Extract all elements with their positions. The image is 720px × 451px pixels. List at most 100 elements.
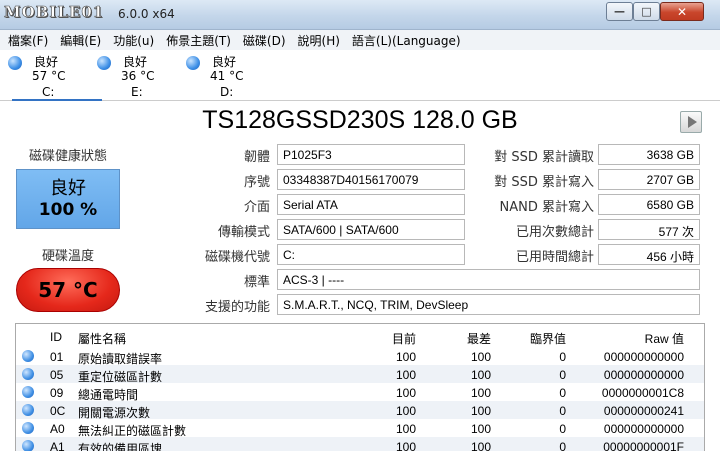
row-raw: 000000000000 [603, 368, 684, 382]
menu-disk[interactable]: 磁碟(D) [243, 32, 286, 49]
row-raw: 000000000241 [603, 404, 684, 418]
status-dot-icon [22, 404, 34, 416]
menu-function[interactable]: 功能(u) [113, 32, 154, 49]
row-threshold: 0 [559, 368, 566, 382]
nand-writes-label: NAND 累計寫入 [499, 200, 595, 215]
smart-attribute-table[interactable]: ID 屬性名稱 目前 最差 臨界值 Raw 值 01 原始讀取錯誤率 100 1… [15, 323, 705, 451]
nand-writes-field: 6580 GB [598, 194, 700, 215]
window-title: 6.0.0 x64 [118, 7, 175, 21]
row-current: 100 [395, 350, 416, 364]
row-raw: 000000000000 [603, 422, 684, 436]
health-status-icon [8, 56, 22, 70]
status-dot-icon [22, 368, 34, 380]
row-raw: 000000000000 [603, 350, 684, 364]
status-dot-icon [22, 440, 34, 451]
row-raw: 0000000001C8 [601, 386, 684, 400]
disk-status: 良好 [34, 55, 59, 69]
row-current: 100 [395, 422, 416, 436]
drive-title: TS128GSSD230S 128.0 GB [202, 106, 518, 134]
disk-temperature: 36 °C [121, 69, 155, 83]
table-row[interactable]: A0 無法糾正的磁區計數 100 100 0 000000000000 [16, 419, 704, 438]
row-threshold: 0 [559, 386, 566, 400]
interface-field: Serial ATA [277, 194, 465, 215]
menu-file[interactable]: 檔案(F) [8, 32, 48, 49]
disk-letter: E: [131, 85, 143, 99]
selected-tab-indicator [12, 99, 102, 101]
power-on-count-field: 577 次 [598, 219, 700, 240]
disk-letter: C: [42, 85, 55, 99]
title-bar: MOBILE01 6.0.0 x64 — □ ✕ [0, 0, 720, 30]
row-raw: 00000000001F [603, 440, 684, 451]
drive-letter-label: 磁碟機代號 [204, 250, 270, 265]
column-header-id[interactable]: ID [50, 330, 62, 344]
column-header-name[interactable]: 屬性名稱 [78, 330, 126, 347]
table-row[interactable]: 09 總通電時間 100 100 0 0000000001C8 [16, 383, 704, 402]
host-writes-field: 2707 GB [598, 169, 700, 190]
host-writes-label: 對 SSD 累計寫入 [494, 175, 594, 190]
power-on-hours-label: 已用時間總計 [515, 250, 594, 265]
menu-help[interactable]: 說明(H) [298, 32, 340, 49]
column-header-threshold[interactable]: 臨界值 [506, 330, 566, 347]
menu-bar: 檔案(F) 編輯(E) 功能(u) 佈景主題(T) 磁碟(D) 說明(H) 語言… [0, 30, 720, 50]
row-worst: 100 [470, 368, 491, 382]
disk-tab-e[interactable]: 良好 36 °C E: [95, 52, 181, 99]
interface-label: 介面 [243, 200, 270, 215]
serial-label: 序號 [243, 175, 270, 190]
column-header-worst[interactable]: 最差 [436, 330, 491, 347]
watermark-logo: MOBILE01 [4, 3, 105, 22]
row-threshold: 0 [559, 422, 566, 436]
table-row[interactable]: 01 原始讀取錯誤率 100 100 0 000000000000 [16, 347, 704, 366]
temperature-badge[interactable]: 57 °C [16, 268, 120, 312]
column-header-raw[interactable]: Raw 值 [586, 330, 684, 347]
power-on-hours-field: 456 小時 [598, 244, 700, 265]
close-button[interactable]: ✕ [660, 2, 704, 21]
disk-tabs: 良好 57 °C C: 良好 36 °C E: 良好 41 °C D: [0, 50, 720, 101]
host-reads-label: 對 SSD 累計讀取 [494, 150, 594, 165]
health-status-box[interactable]: 良好 100 % [16, 169, 120, 229]
row-threshold: 0 [559, 404, 566, 418]
firmware-field: P1025F3 [277, 144, 465, 165]
serial-field: 03348387D40156170079 [277, 169, 465, 190]
row-current: 100 [395, 404, 416, 418]
health-status-icon [186, 56, 200, 70]
firmware-label: 韌體 [243, 150, 270, 165]
drive-letter-field: C: [277, 244, 465, 265]
menu-theme[interactable]: 佈景主題(T) [166, 32, 231, 49]
standard-field: ACS-3 | ---- [277, 269, 700, 290]
table-row[interactable]: 0C 開關電源次數 100 100 0 000000000241 [16, 401, 704, 420]
table-header: ID 屬性名稱 目前 最差 臨界值 Raw 值 [16, 327, 704, 347]
disk-tab-d[interactable]: 良好 41 °C D: [184, 52, 270, 99]
health-percent: 100 % [38, 200, 98, 220]
minimize-button[interactable]: — [606, 2, 633, 21]
status-dot-icon [22, 386, 34, 398]
health-status-icon [97, 56, 111, 70]
health-label: 磁碟健康狀態 [28, 149, 107, 164]
row-id: 0C [50, 404, 66, 418]
power-on-count-label: 已用次數總計 [515, 225, 594, 240]
maximize-icon: □ [641, 5, 652, 18]
disk-temperature: 57 °C [32, 69, 66, 83]
disk-temperature: 41 °C [210, 69, 244, 83]
status-dot-icon [22, 350, 34, 362]
minimize-icon: — [614, 5, 625, 18]
row-id: 09 [50, 386, 64, 400]
host-reads-field: 3638 GB [598, 144, 700, 165]
features-field: S.M.A.R.T., NCQ, TRIM, DevSleep [277, 294, 700, 315]
row-threshold: 0 [559, 440, 566, 451]
row-worst: 100 [470, 422, 491, 436]
table-row[interactable]: 05 重定位磁區計數 100 100 0 000000000000 [16, 365, 704, 384]
menu-language[interactable]: 語言(L)(Language) [352, 32, 461, 49]
row-worst: 100 [470, 386, 491, 400]
disk-tab-c[interactable]: 良好 57 °C C: [6, 52, 102, 101]
transfer-mode-label: 傳輸模式 [217, 225, 270, 240]
next-disk-button[interactable] [680, 111, 702, 133]
row-threshold: 0 [559, 350, 566, 364]
status-dot-icon [22, 422, 34, 434]
standard-label: 標準 [243, 275, 270, 290]
maximize-button[interactable]: □ [633, 2, 660, 21]
table-row[interactable]: A1 有效的備用區塊 100 100 0 00000000001F [16, 437, 704, 451]
menu-edit[interactable]: 編輯(E) [60, 32, 101, 49]
row-current: 100 [395, 368, 416, 382]
column-header-current[interactable]: 目前 [356, 330, 416, 347]
row-worst: 100 [470, 440, 491, 451]
